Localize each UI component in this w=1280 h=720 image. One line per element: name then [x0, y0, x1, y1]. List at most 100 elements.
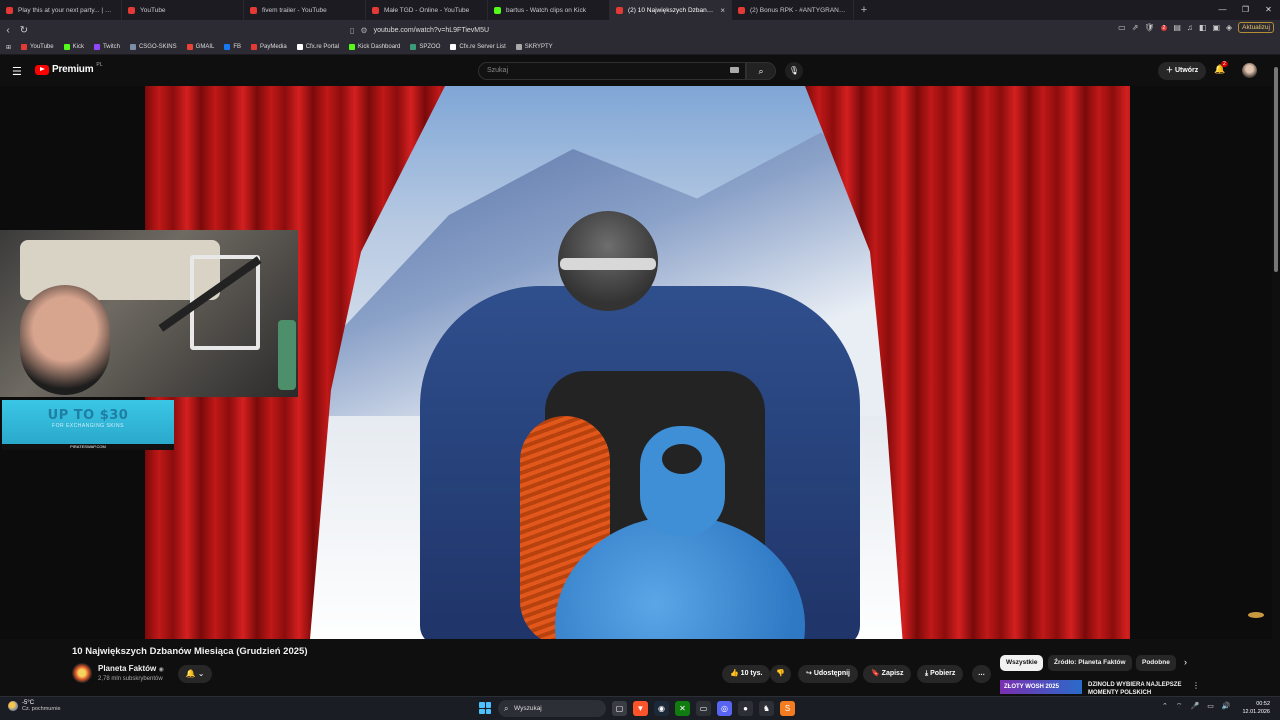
tab-7[interactable]: (2) Bonus RPK - #ANTYGRANDE - Yo — [732, 0, 854, 20]
bookmark-icon[interactable]: ▯ — [350, 26, 354, 35]
search-button[interactable]: ⌕ — [746, 62, 776, 80]
terminal-icon[interactable]: ▭ — [696, 701, 711, 716]
chip-from-channel[interactable]: Źródło: Planeta Faktów — [1048, 655, 1132, 671]
youtube-favicon-icon — [128, 6, 135, 14]
recommended-thumbnail[interactable]: ZŁOTY WOSH 2025 — [1000, 680, 1082, 694]
bookmark-youtube[interactable]: YouTube — [21, 44, 54, 50]
tab-1[interactable]: Play this at your next party... | MADE — [0, 0, 122, 20]
bookmark-kick[interactable]: Kick — [63, 44, 84, 50]
chevron-up-icon[interactable]: ⌃ — [1162, 702, 1168, 711]
update-button[interactable]: Aktualizuj — [1238, 22, 1274, 33]
maximize-icon[interactable]: ❐ — [1234, 0, 1257, 20]
bookmark-cfx-portal[interactable]: Cfx.re Portal — [296, 44, 340, 50]
tab-5[interactable]: bartus - Watch clips on Kick — [488, 0, 610, 20]
tab-title: (2) 10 Największych Dzbanów M — [628, 6, 716, 14]
subscription-bell-button[interactable]: 🔔 ⌄ — [178, 665, 212, 683]
taskbar-search[interactable]: Wyszukaj — [498, 700, 606, 717]
channel-avatar[interactable] — [72, 663, 92, 683]
network-icon[interactable]: ⌔ — [1176, 702, 1183, 711]
sublime-icon[interactable]: S — [780, 701, 795, 716]
share-label: Udostępnij — [813, 670, 850, 677]
bookmark-kick-dashboard[interactable]: Kick Dashboard — [349, 44, 400, 50]
facebook-icon — [224, 44, 231, 50]
browser-tools: ▭ ⇗ 🛡 2 ▤ ♫ ◧ ▣ ◈ Aktualizuj — [1118, 22, 1274, 33]
like-button[interactable]: 👍 10 tys. — [722, 665, 771, 683]
bookmark-cfx-server-list[interactable]: Cfx.re Server List — [450, 44, 506, 50]
globe-icon — [129, 44, 136, 50]
music-icon[interactable]: ♫ — [1187, 23, 1193, 32]
wallet-icon[interactable]: ▣ — [1212, 23, 1220, 32]
bookmark-label: Cfx.re Server List — [459, 44, 506, 50]
reload-icon[interactable]: ↻ — [16, 25, 32, 36]
save-button[interactable]: 🔖 Zapisz — [863, 665, 912, 683]
volume-icon[interactable]: 🔊 — [1222, 702, 1231, 711]
display-icon[interactable]: ▭ — [1207, 702, 1214, 711]
new-tab-button[interactable]: + — [854, 4, 874, 16]
account-avatar[interactable] — [1242, 63, 1257, 78]
tab-4[interactable]: Małe TGD - Online - YouTube — [366, 0, 488, 20]
more-actions-button[interactable]: … — [972, 665, 991, 683]
snow-sled — [555, 426, 805, 639]
back-icon[interactable]: ‹ — [0, 25, 16, 36]
channel-name[interactable]: Planeta Faktów ◉ — [98, 664, 164, 673]
brave-browser-icon[interactable]: ▼ — [633, 701, 648, 716]
tab-2[interactable]: YouTube — [122, 0, 244, 20]
steam-icon[interactable]: ◉ — [654, 701, 669, 716]
tab-title: (2) Bonus RPK - #ANTYGRANDE - Yo — [750, 6, 847, 14]
search-input[interactable]: Szukaj — [478, 62, 746, 80]
tab-3[interactable]: fivem trailer - YouTube — [244, 0, 366, 20]
tab-title: YouTube — [140, 6, 166, 14]
download-icon: ⤓ — [925, 670, 929, 677]
site-info-icon[interactable]: ⚙ — [360, 26, 367, 35]
tab-title: Małe TGD - Online - YouTube — [384, 6, 470, 14]
bookmark-twitch[interactable]: Twitch — [93, 44, 120, 50]
clock[interactable]: 00:52 12.01.2026 — [1236, 700, 1270, 716]
tab-6-active[interactable]: (2) 10 Największych Dzbanów M × — [610, 0, 732, 20]
minimize-icon[interactable]: — — [1211, 0, 1234, 20]
bookmark-label: Cfx.re Portal — [305, 44, 340, 50]
mic-tray-icon[interactable]: 🎤 — [1190, 702, 1199, 711]
share-icon[interactable]: ⇗ — [1132, 23, 1139, 32]
scrollbar-thumb[interactable] — [1274, 67, 1278, 272]
sidebar-icon[interactable]: ◧ — [1199, 23, 1207, 32]
chevron-right-icon[interactable]: › — [1184, 657, 1187, 667]
bookmark-spzoo[interactable]: SPZOO — [410, 44, 440, 50]
voice-search-button[interactable]: 🎙 — [785, 62, 803, 80]
bookmark-fb[interactable]: FB — [224, 44, 241, 50]
install-icon[interactable]: ▭ — [1118, 23, 1126, 32]
app-icon[interactable]: ♞ — [759, 701, 774, 716]
create-button[interactable]: ＋ Utwórz — [1158, 62, 1207, 80]
xbox-icon[interactable]: ✕ — [675, 701, 690, 716]
brave-shield-icon[interactable]: 🛡 — [1144, 23, 1154, 32]
chip-all[interactable]: Wszystkie — [1000, 655, 1044, 671]
kebab-menu-icon[interactable]: ⋮ — [1192, 681, 1200, 690]
bookmark-gmail[interactable]: GMAIL — [186, 44, 214, 50]
recommended-title[interactable]: DZINOLD WYBIERA NAJLEPSZE MOMENTY POLSKI… — [1088, 681, 1188, 697]
bookmark-skrypty[interactable]: SKRYPTY — [515, 44, 553, 50]
bookmark-paymedia[interactable]: PayMedia — [251, 44, 287, 50]
region-code: PL — [96, 61, 103, 68]
bookmark-csgo-skins[interactable]: CSGO-SKINS — [129, 44, 177, 50]
youtube-premium-logo[interactable]: Premium PL — [35, 61, 103, 75]
page-scrollbar[interactable] — [1272, 55, 1280, 695]
chip-similar[interactable]: Podobne — [1136, 655, 1176, 671]
microphone-icon: 🎙 — [788, 66, 800, 75]
dislike-button[interactable]: 👎 — [770, 665, 791, 683]
address-bar[interactable]: ▯ ⚙ youtube.com/watch?v=hL9FTievM5U — [350, 22, 910, 38]
share-button[interactable]: ↪ Udostępnij — [798, 665, 858, 683]
task-view-icon[interactable]: ▢ — [612, 701, 627, 716]
obs-icon[interactable]: ● — [738, 701, 753, 716]
vpn-icon[interactable]: ◈ — [1226, 23, 1232, 32]
keyboard-icon[interactable] — [730, 67, 739, 73]
windows-taskbar: -5°C Cz. pochmurnie Wyszukaj ▢ ▼ ◉ ✕ ▭ ◎… — [0, 696, 1280, 720]
weather-widget[interactable]: -5°C Cz. pochmurnie — [8, 700, 61, 712]
url-text[interactable]: youtube.com/watch?v=hL9FTievM5U — [374, 27, 490, 34]
close-tab-icon[interactable]: × — [720, 6, 725, 15]
start-button[interactable] — [479, 702, 491, 714]
reader-icon[interactable]: ▤ — [1173, 23, 1181, 32]
discord-icon[interactable]: ◎ — [717, 701, 732, 716]
download-button[interactable]: ⤓ Pobierz — [917, 665, 964, 683]
apps-grid-icon[interactable]: ⊞ — [6, 44, 11, 51]
close-window-icon[interactable]: ✕ — [1257, 0, 1280, 20]
menu-icon[interactable]: ☰ — [12, 65, 22, 78]
